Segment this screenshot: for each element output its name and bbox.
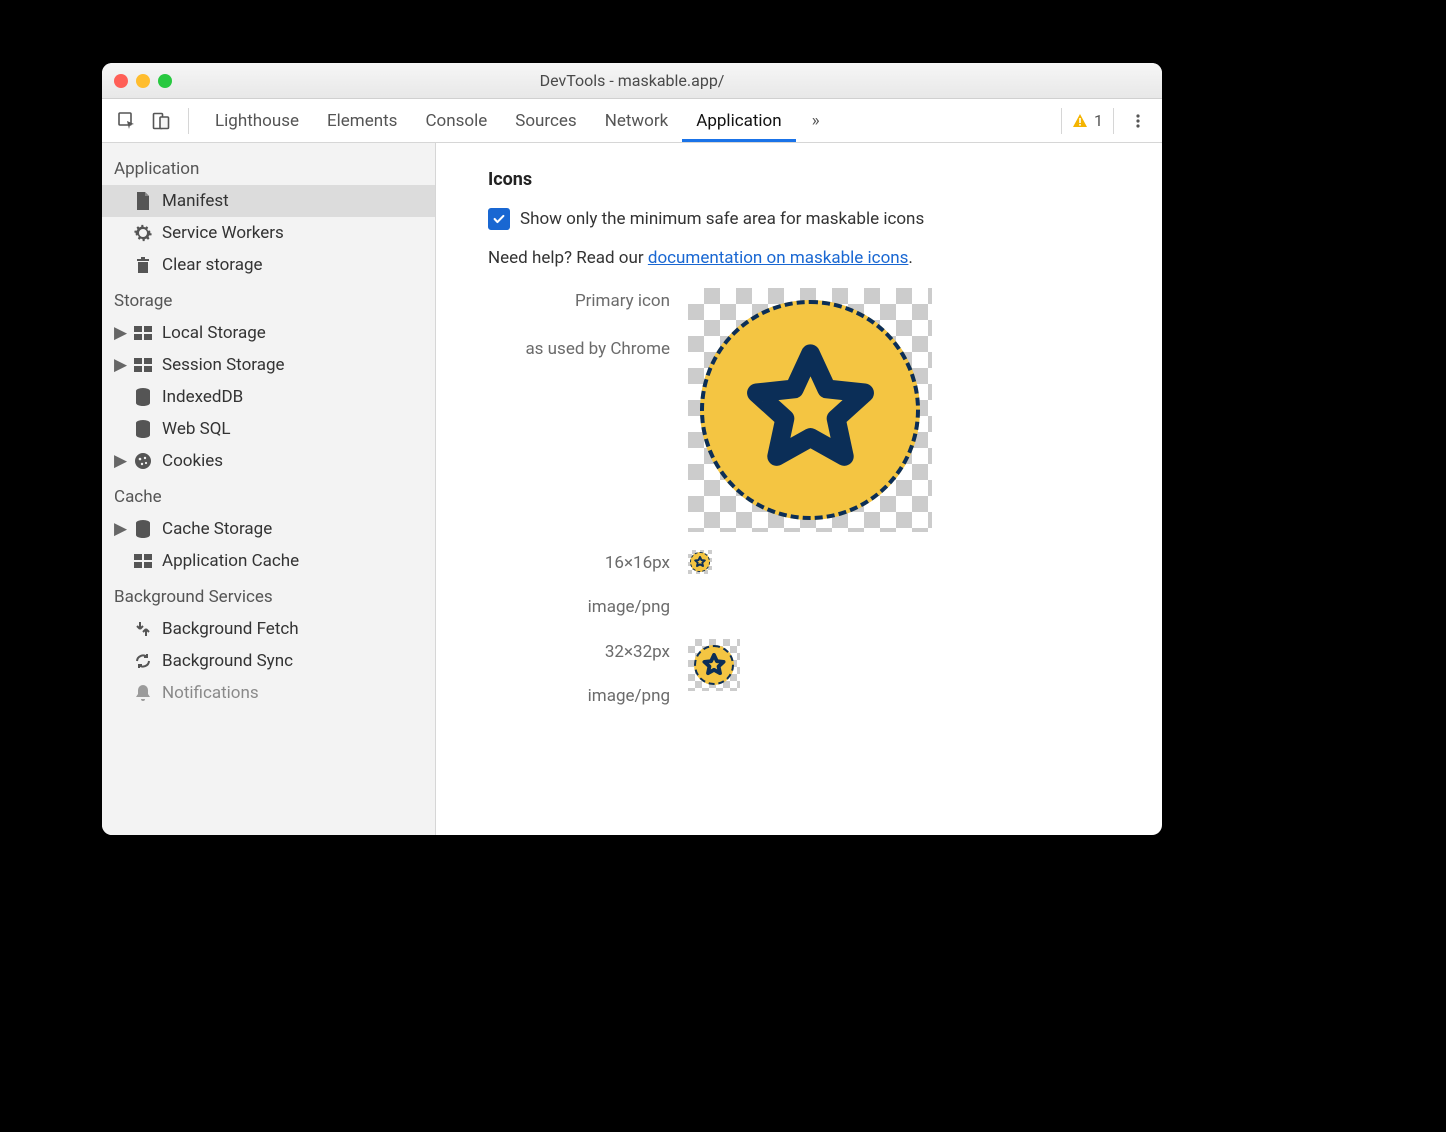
icon-preview-16: [688, 550, 712, 621]
cookie-icon: [133, 451, 153, 471]
icon-label: 32×32px image/png: [488, 639, 688, 710]
sidebar-item-label: Background Fetch: [162, 619, 299, 639]
sidebar-item-clear-storage[interactable]: Clear storage: [102, 249, 435, 281]
sidebar-item-manifest[interactable]: Manifest: [102, 185, 435, 217]
sidebar-item-label: Cookies: [162, 451, 223, 471]
star-badge-icon: [694, 645, 734, 685]
tab-network[interactable]: Network: [591, 100, 683, 142]
database-icon: [133, 387, 153, 407]
table-icon: [133, 355, 153, 375]
manifest-icons-panel: Icons Show only the minimum safe area fo…: [436, 143, 1162, 835]
star-badge-icon: [700, 300, 920, 520]
trash-icon: [133, 255, 153, 275]
sidebar-item-background-fetch[interactable]: Background Fetch: [102, 613, 435, 645]
document-icon: [133, 191, 153, 211]
sidebar-item-label: Notifications: [162, 683, 259, 703]
settings-menu-button[interactable]: [1124, 113, 1152, 129]
sidebar-item-label: IndexedDB: [162, 387, 243, 407]
chevron-right-icon: ▶: [114, 323, 124, 343]
chevron-right-icon: ▶: [114, 355, 124, 375]
warning-icon: [1072, 113, 1088, 129]
tab-console[interactable]: Console: [411, 100, 501, 142]
table-icon: [133, 323, 153, 343]
sidebar-item-label: Clear storage: [162, 255, 263, 275]
safe-area-checkbox[interactable]: [488, 208, 510, 230]
icon-preview-32: [688, 639, 740, 710]
sidebar-item-label: Manifest: [162, 191, 229, 211]
titlebar: DevTools - maskable.app/: [102, 63, 1162, 99]
devtools-toolbar: Lighthouse Elements Console Sources Netw…: [102, 99, 1162, 143]
panel-tabs: Lighthouse Elements Console Sources Netw…: [201, 100, 796, 142]
sidebar-item-background-sync[interactable]: Background Sync: [102, 645, 435, 677]
star-badge-icon: [690, 552, 710, 572]
sync-icon: [133, 651, 153, 671]
sidebar-item-cache-storage[interactable]: ▶ Cache Storage: [102, 513, 435, 545]
sidebar-item-indexeddb[interactable]: IndexedDB: [102, 381, 435, 413]
tab-lighthouse[interactable]: Lighthouse: [201, 100, 313, 142]
sidebar-item-label: Service Workers: [162, 223, 284, 243]
sidebar-item-cookies[interactable]: ▶ Cookies: [102, 445, 435, 477]
primary-icon-label: Primary icon as used by Chrome: [488, 288, 688, 532]
fetch-icon: [133, 619, 153, 639]
icon-row-32: 32×32px image/png: [488, 639, 1140, 710]
sidebar-item-label: Application Cache: [162, 551, 299, 571]
sidebar-item-label: Local Storage: [162, 323, 266, 343]
sidebar-item-session-storage[interactable]: ▶ Session Storage: [102, 349, 435, 381]
application-sidebar: Application Manifest Service Workers Cle…: [102, 143, 436, 835]
safe-area-checkbox-label: Show only the minimum safe area for mask…: [520, 209, 924, 229]
sidebar-item-notifications[interactable]: Notifications: [102, 677, 435, 709]
bell-icon: [133, 683, 153, 703]
sidebar-heading-application: Application: [102, 149, 435, 185]
help-text: Need help? Read our documentation on mas…: [488, 248, 1140, 268]
sidebar-heading-storage: Storage: [102, 281, 435, 317]
panel-body: Application Manifest Service Workers Cle…: [102, 143, 1162, 835]
sidebar-item-label: Cache Storage: [162, 519, 272, 539]
device-toolbar-icon[interactable]: [146, 106, 176, 136]
sidebar-heading-background: Background Services: [102, 577, 435, 613]
section-title: Icons: [488, 169, 1140, 190]
tab-application[interactable]: Application: [682, 100, 795, 142]
database-icon: [133, 419, 153, 439]
icon-label: 16×16px image/png: [488, 550, 688, 621]
table-icon: [133, 551, 153, 571]
docs-link[interactable]: documentation on maskable icons: [648, 248, 909, 268]
chevron-right-icon: ▶: [114, 519, 124, 539]
check-icon: [492, 212, 506, 226]
sidebar-item-web-sql[interactable]: Web SQL: [102, 413, 435, 445]
warning-count: 1: [1094, 111, 1103, 130]
primary-icon-preview: [688, 288, 932, 532]
safe-area-checkbox-row: Show only the minimum safe area for mask…: [488, 208, 1140, 230]
sidebar-item-label: Session Storage: [162, 355, 285, 375]
sidebar-heading-cache: Cache: [102, 477, 435, 513]
more-tabs-button[interactable]: »: [802, 111, 830, 131]
database-icon: [133, 519, 153, 539]
issues-counter[interactable]: 1: [1061, 108, 1114, 134]
tab-elements[interactable]: Elements: [313, 100, 411, 142]
inspect-element-icon[interactable]: [112, 106, 142, 136]
sidebar-item-label: Web SQL: [162, 419, 231, 439]
primary-icon-row: Primary icon as used by Chrome: [488, 288, 1140, 532]
window-title: DevTools - maskable.app/: [102, 71, 1162, 90]
icon-row-16: 16×16px image/png: [488, 550, 1140, 621]
tab-sources[interactable]: Sources: [501, 100, 590, 142]
chevron-right-icon: ▶: [114, 451, 124, 471]
devtools-window: DevTools - maskable.app/ Lighthouse Elem…: [102, 63, 1162, 835]
sidebar-item-label: Background Sync: [162, 651, 293, 671]
sidebar-item-service-workers[interactable]: Service Workers: [102, 217, 435, 249]
toolbar-divider: [188, 108, 189, 134]
sidebar-item-local-storage[interactable]: ▶ Local Storage: [102, 317, 435, 349]
sidebar-item-application-cache[interactable]: Application Cache: [102, 545, 435, 577]
gear-icon: [133, 223, 153, 243]
